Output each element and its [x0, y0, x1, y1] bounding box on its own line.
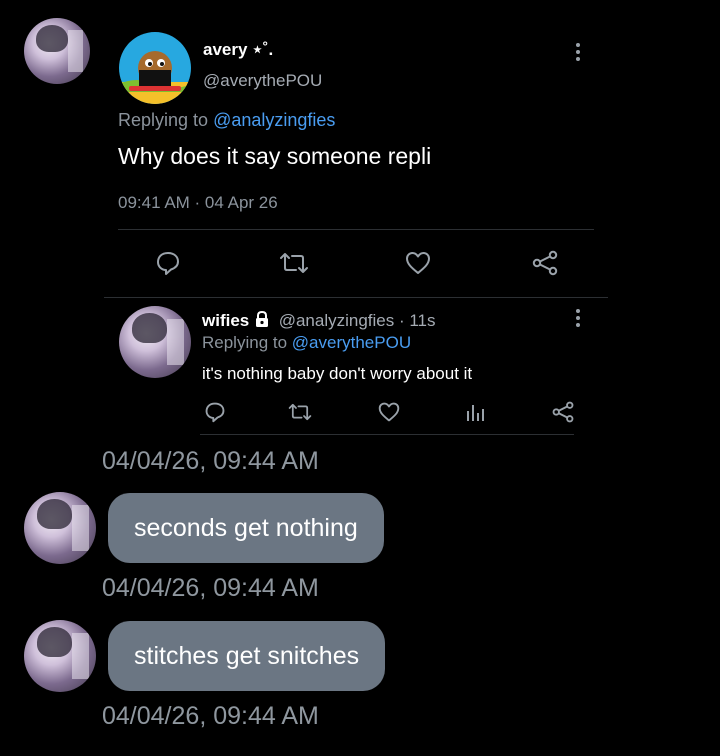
reply-retweet-icon[interactable] — [288, 401, 312, 423]
reply-display-name[interactable]: wifies — [202, 311, 249, 330]
tweet-author-avatar[interactable] — [119, 32, 191, 104]
sender-avatar[interactable] — [24, 18, 90, 84]
tweet-text: Why does it say someone repli — [118, 143, 432, 169]
replying-to-link[interactable]: @analyzingfies — [213, 110, 335, 130]
pou-icon — [119, 51, 191, 104]
retweet-icon[interactable] — [279, 250, 309, 276]
reply-more-icon[interactable] — [575, 309, 581, 330]
reply-icon[interactable] — [155, 250, 181, 276]
tweet-replying-line: Replying to @analyzingfies — [118, 110, 335, 131]
reply-reply-icon[interactable] — [204, 401, 226, 423]
reply-replying-line: Replying to @averythePOU — [202, 333, 411, 353]
reply-replying-to-link[interactable]: @averythePOU — [292, 333, 411, 352]
message-bubble[interactable]: stitches get snitches — [108, 621, 386, 691]
message-timestamp: 04/04/26, 09:44 AM — [102, 447, 319, 475]
share-icon[interactable] — [531, 250, 559, 276]
message-timestamp: 04/04/26, 09:44 AM — [102, 574, 319, 602]
reply-handle-time: @analyzingfies · 11s — [278, 311, 436, 330]
reply-analytics-icon[interactable] — [465, 401, 485, 423]
message-bubble[interactable]: seconds get nothing — [108, 493, 384, 563]
tweet-display-name[interactable]: avery ⋆˚. — [203, 40, 273, 60]
reply-like-icon[interactable] — [377, 401, 401, 423]
message-avatar[interactable] — [24, 492, 96, 564]
replying-prefix: Replying to — [118, 110, 209, 130]
tweet-more-icon[interactable] — [575, 43, 581, 64]
reply-author-avatar[interactable] — [119, 306, 191, 378]
tweet-reply-divider — [104, 297, 608, 298]
reply-replying-prefix: Replying to — [202, 333, 288, 352]
tweet-handle[interactable]: @averythePOU — [203, 71, 322, 91]
tweet-timestamp: 09:41 AM · 04 Apr 26 — [118, 193, 278, 212]
tweet-divider — [118, 229, 594, 230]
reply-share-icon[interactable] — [551, 401, 575, 423]
message-timestamp: 04/04/26, 09:44 AM — [102, 702, 319, 730]
reply-header: wifies @analyzingfies · 11s — [202, 310, 436, 331]
message-avatar[interactable] — [24, 620, 96, 692]
lock-icon — [255, 310, 268, 327]
like-icon[interactable] — [404, 250, 432, 276]
reply-bottom-divider — [200, 434, 574, 435]
reply-text: it's nothing baby don't worry about it — [202, 364, 473, 383]
